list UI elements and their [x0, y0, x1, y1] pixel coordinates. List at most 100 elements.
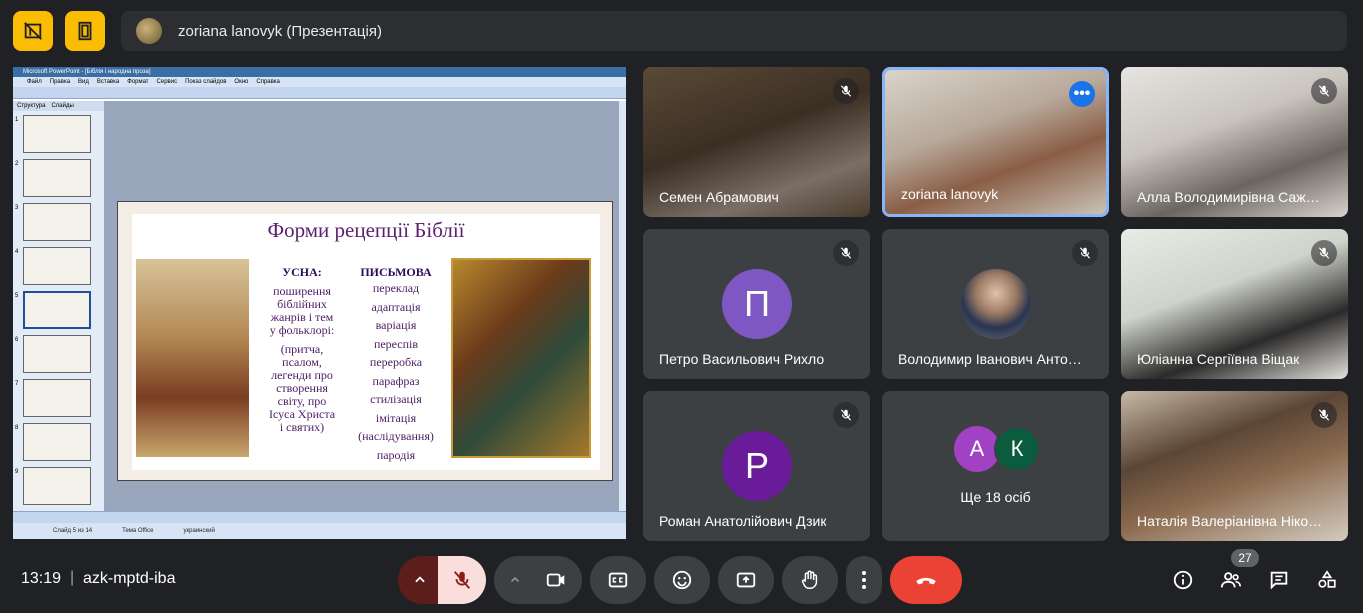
thumb-tab: Структура	[17, 103, 46, 109]
slide-thumbnail	[23, 467, 91, 505]
shared-screen: Microsoft PowerPoint - [Біблія і народна…	[13, 67, 626, 539]
people-count-badge: 27	[1231, 549, 1259, 567]
closed-captions-icon	[608, 572, 628, 588]
mic-off-icon	[1311, 78, 1337, 104]
participant-tile-active[interactable]: ••• zoriana lanovyk	[882, 67, 1109, 217]
layout-button[interactable]	[65, 11, 105, 51]
raise-hand-button[interactable]	[782, 556, 838, 604]
participant-tile[interactable]: P Роман Анатолійович Дзик	[643, 391, 870, 541]
participant-name: Семен Абрамович	[659, 189, 779, 205]
participant-tile[interactable]: Володимир Іванович Анто…	[882, 229, 1109, 379]
chat-button[interactable]	[1267, 568, 1291, 592]
ppt-menu-item: Файл	[27, 79, 42, 85]
presenter-avatar	[136, 18, 162, 44]
ppt-menu-item: Показ слайдов	[185, 79, 227, 85]
slide-thumbnail-selected	[23, 291, 91, 329]
chat-icon	[1270, 571, 1288, 590]
written-line: парафраз	[372, 373, 420, 388]
avatar: P	[722, 431, 792, 501]
oral-line: у фольклорі:	[269, 323, 335, 337]
people-icon	[1220, 572, 1241, 588]
microphone-toggle-button[interactable]	[438, 556, 486, 604]
shapes-icon	[1318, 570, 1336, 588]
meeting-details-button[interactable]	[1171, 568, 1195, 592]
scribe-illustration	[451, 258, 591, 458]
reactions-button[interactable]	[654, 556, 710, 604]
mic-off-icon	[833, 402, 859, 428]
audio-options-button[interactable]	[398, 556, 442, 604]
emoji-icon	[672, 570, 692, 590]
oral-column: УСНА: поширення біблійних жанрів і тем у…	[252, 266, 352, 434]
avatar: П	[722, 269, 792, 339]
participant-tile[interactable]: П Петро Васильович Рихло	[643, 229, 870, 379]
ppt-menu-item: Справка	[256, 79, 280, 85]
participant-tile[interactable]: Наталія Валеріанівна Ніко…	[1121, 391, 1348, 541]
mic-off-icon	[833, 240, 859, 266]
presenter-banner: zoriana lanovyk (Презентація)	[121, 11, 1347, 51]
mic-off-icon	[1311, 240, 1337, 266]
participant-tile[interactable]: Семен Абрамович	[643, 67, 870, 217]
mic-off-icon	[833, 78, 859, 104]
slide-thumbnail	[23, 335, 91, 373]
others-label: Ще 18 осіб	[960, 489, 1031, 505]
current-slide: Форми рецепції Біблії УСНА: поширення бі…	[117, 201, 613, 481]
meeting-code: azk-mptd-iba	[83, 570, 176, 587]
slide-title: Форми рецепції Біблії	[267, 218, 465, 242]
written-column: ПИСЬМОВА переклад адаптація варіація пер…	[346, 266, 446, 464]
participant-name: Юліанна Сергіївна Віщак	[1137, 351, 1300, 367]
people-button[interactable]	[1219, 568, 1243, 592]
musician-illustration	[136, 259, 249, 457]
participant-tile[interactable]: Алла Володимирівна Саж…	[1121, 67, 1348, 217]
ppt-menu-item: Вид	[78, 79, 89, 85]
ppt-menu-item: Вставка	[96, 79, 120, 85]
ppt-menu-item: Правка	[49, 79, 71, 85]
top-bar: zoriana lanovyk (Презентація)	[0, 0, 1363, 62]
thumb-number: 1	[15, 117, 19, 123]
more-options-icon[interactable]: •••	[1069, 81, 1095, 107]
thumb-number: 3	[15, 205, 19, 211]
written-line: адаптація	[371, 299, 421, 314]
leave-call-button[interactable]	[890, 556, 962, 604]
participant-name: zoriana lanovyk	[901, 186, 999, 202]
meeting-clock: 13:19	[21, 570, 62, 587]
bottom-bar: 13:19 | azk-mptd-iba	[0, 548, 1363, 613]
participant-name: Петро Васильович Рихло	[659, 351, 825, 367]
ppt-status-item: Слайд 5 из 14	[53, 528, 93, 534]
camera-group	[494, 556, 582, 604]
participant-name: Володимир Іванович Анто…	[898, 351, 1082, 367]
written-line: переробка	[369, 355, 423, 369]
presenter-label: zoriana lanovyk (Презентація)	[178, 22, 382, 40]
captions-button[interactable]	[590, 556, 646, 604]
thumb-number: 8	[15, 425, 19, 431]
activities-button[interactable]	[1315, 568, 1339, 592]
slide-thumbnail	[23, 379, 91, 417]
written-line: переклад	[372, 281, 420, 295]
more-options-button[interactable]	[846, 556, 882, 604]
ppt-scrollbar	[619, 101, 626, 511]
written-line: імітація	[375, 410, 417, 425]
present-screen-button[interactable]	[718, 556, 774, 604]
written-line: варіація	[375, 318, 417, 332]
ppt-menu-item: Сервис	[156, 79, 178, 85]
participant-name: Роман Анатолійович Дзик	[659, 513, 827, 529]
hide-self-view-button[interactable]	[13, 11, 53, 51]
ppt-status-bar: Слайд 5 из 14 Тема Office украинский	[13, 523, 626, 539]
mic-off-icon	[1311, 402, 1337, 428]
chevron-up-icon[interactable]	[509, 574, 521, 586]
ppt-menu-item: Окно	[234, 79, 249, 85]
present-screen-icon	[736, 572, 756, 588]
ppt-menu-bar: Файл Правка Вид Вставка Формат Сервис По…	[13, 77, 626, 87]
thumb-number: 9	[15, 469, 19, 475]
slide-thumbnail	[23, 247, 91, 285]
others-tile[interactable]: А К Ще 18 осіб	[882, 391, 1109, 541]
participant-name: Алла Володимирівна Саж…	[1137, 189, 1320, 205]
slide-thumbnail	[23, 159, 91, 197]
thumb-number: 6	[15, 337, 19, 343]
slide-thumbnail	[23, 115, 91, 153]
camera-icon[interactable]	[545, 569, 567, 591]
ppt-workspace: Структура Слайды 1 2 3 4 5 6 7 8 9 Форми	[13, 101, 626, 511]
written-line: пародія	[376, 447, 416, 462]
ppt-status-item: украинский	[183, 528, 215, 534]
divider: |	[70, 569, 75, 586]
participant-tile[interactable]: Юліанна Сергіївна Віщак	[1121, 229, 1348, 379]
